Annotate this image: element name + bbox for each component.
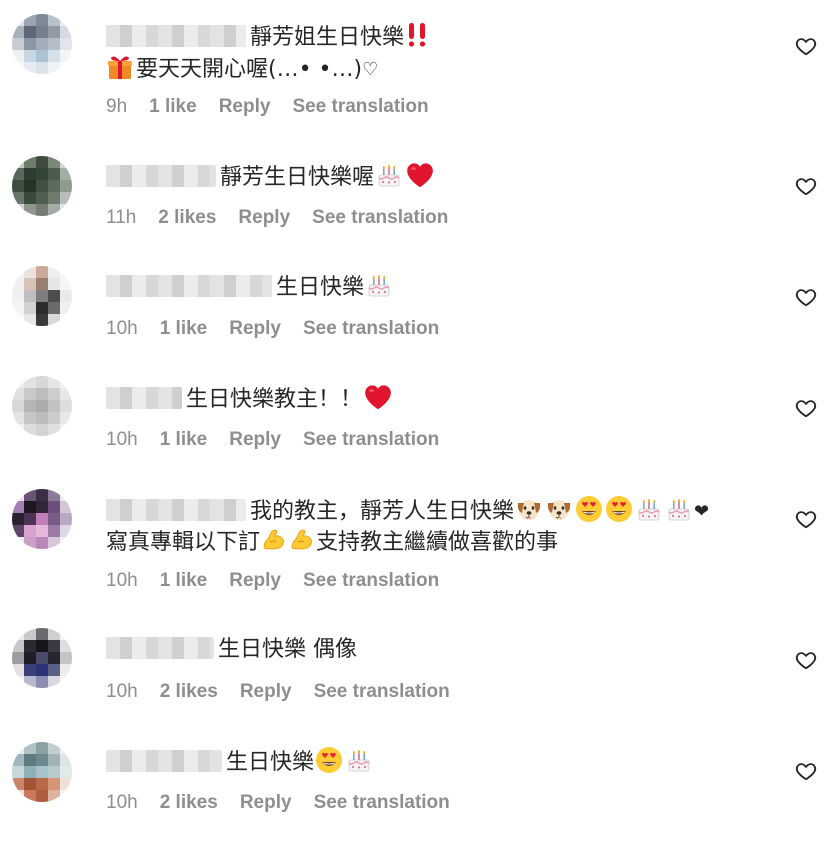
- comment-text-segment: 要天天開心喔(…• •…): [136, 57, 363, 82]
- comment-text: 生日快樂: [106, 273, 776, 303]
- timestamp: 9h: [106, 96, 128, 117]
- username[interactable]: [106, 387, 182, 409]
- username[interactable]: [106, 165, 216, 187]
- comment-text-segment: 靜芳生日快樂喔: [220, 165, 375, 190]
- comment-text-segment: 靜芳姐生日快樂: [250, 25, 405, 50]
- comment-text-segment: 生日快樂教主！！: [186, 387, 363, 412]
- dog-face-emoji: [545, 495, 573, 523]
- likes-count[interactable]: 1 like: [160, 318, 208, 339]
- likes-count[interactable]: 1 like: [160, 570, 208, 591]
- timestamp: 11h: [106, 207, 137, 228]
- reply-button[interactable]: Reply: [240, 792, 292, 813]
- username[interactable]: [106, 499, 246, 521]
- see-translation-button[interactable]: See translation: [314, 792, 450, 813]
- reply-button[interactable]: Reply: [238, 207, 290, 228]
- comment-meta: 10h 1 like Reply See translation: [106, 570, 461, 592]
- heart-symbol: ♡: [362, 59, 379, 80]
- heart-outline-icon[interactable]: [795, 508, 817, 530]
- comment-text-segment: 支持教主繼續做喜歡的事: [316, 530, 559, 555]
- wrapped-gift-emoji: [106, 53, 134, 81]
- heart-outline-icon[interactable]: [795, 760, 817, 782]
- comment-text-line: 要天天開心喔(…• •…)♡: [106, 53, 776, 85]
- avatar[interactable]: [12, 14, 72, 74]
- likes-count[interactable]: 2 likes: [160, 792, 218, 813]
- comment-text-segment: 生日快樂 偶像: [218, 637, 357, 662]
- likes-count[interactable]: 1 like: [160, 429, 208, 450]
- comment-meta: 10h 2 likes Reply See translation: [106, 792, 472, 814]
- username[interactable]: [106, 25, 246, 47]
- comment-text-segment: 生日快樂: [276, 275, 365, 300]
- likes-count[interactable]: 2 likes: [160, 681, 218, 702]
- birthday-cake-emoji: [347, 749, 371, 773]
- comment-meta: 10h 1 like Reply See translation: [106, 429, 461, 451]
- comment-meta: 11h 2 likes Reply See translation: [106, 207, 470, 229]
- comment-text: 靜芳生日快樂喔: [106, 162, 776, 193]
- likes-count[interactable]: 1 like: [149, 96, 197, 117]
- comment-text-line: 寫真專輯以下訂 支持教主繼續做喜歡的事: [106, 527, 776, 558]
- heart-eyes-emoji: [575, 495, 603, 523]
- avatar[interactable]: [12, 266, 72, 326]
- red-heart-emoji: [364, 384, 392, 410]
- see-translation-button[interactable]: See translation: [312, 207, 448, 228]
- heart-outline-icon[interactable]: [795, 175, 817, 197]
- avatar[interactable]: [12, 489, 72, 549]
- timestamp: 10h: [106, 570, 138, 591]
- comment-text: 生日快樂 偶像: [106, 635, 776, 665]
- heart-eyes-emoji: [605, 495, 633, 523]
- comment-meta: 9h 1 like Reply See translation: [106, 96, 451, 118]
- comment-text: 生日快樂: [106, 746, 776, 778]
- heart-symbol: ❤: [694, 501, 710, 522]
- red-heart-emoji: [406, 162, 434, 188]
- see-translation-button[interactable]: See translation: [314, 681, 450, 702]
- double-exclamation-emoji: [406, 22, 430, 48]
- reply-button[interactable]: Reply: [229, 318, 281, 339]
- timestamp: 10h: [106, 681, 138, 702]
- reply-button[interactable]: Reply: [219, 96, 271, 117]
- see-translation-button[interactable]: See translation: [303, 318, 439, 339]
- see-translation-button[interactable]: See translation: [303, 429, 439, 450]
- reply-button[interactable]: Reply: [229, 570, 281, 591]
- see-translation-button[interactable]: See translation: [303, 570, 439, 591]
- avatar[interactable]: [12, 376, 72, 436]
- birthday-cake-emoji: [367, 274, 391, 298]
- heart-outline-icon[interactable]: [795, 649, 817, 671]
- timestamp: 10h: [106, 429, 138, 450]
- comment-text-segment: 寫真專輯以下訂: [106, 530, 261, 555]
- comment-text: 生日快樂教主！！: [106, 384, 776, 415]
- flexed-biceps-emoji: [261, 527, 287, 553]
- flexed-biceps-emoji: [289, 527, 315, 553]
- likes-count[interactable]: 2 likes: [158, 207, 216, 228]
- avatar[interactable]: [12, 156, 72, 216]
- see-translation-button[interactable]: See translation: [292, 96, 428, 117]
- comment-text-segment: 我的教主，靜芳人生日快樂: [250, 499, 515, 524]
- username[interactable]: [106, 275, 272, 297]
- comment-meta: 10h 1 like Reply See translation: [106, 318, 461, 340]
- avatar[interactable]: [12, 628, 72, 688]
- username[interactable]: [106, 637, 214, 659]
- comment-meta: 10h 2 likes Reply See translation: [106, 681, 472, 703]
- username[interactable]: [106, 750, 222, 772]
- timestamp: 10h: [106, 318, 138, 339]
- reply-button[interactable]: Reply: [240, 681, 292, 702]
- birthday-cake-emoji: [377, 164, 401, 188]
- birthday-cake-emoji: [637, 498, 661, 522]
- comment-text: 我的教主，靜芳人生日快樂 ❤: [106, 495, 776, 527]
- comment-text-segment: 生日快樂: [226, 750, 315, 775]
- dog-face-emoji: [515, 495, 543, 523]
- birthday-cake-emoji: [667, 498, 691, 522]
- comment-text: 靜芳姐生日快樂: [106, 22, 776, 53]
- timestamp: 10h: [106, 792, 138, 813]
- heart-outline-icon[interactable]: [795, 286, 817, 308]
- heart-outline-icon[interactable]: [795, 35, 817, 57]
- heart-eyes-emoji: [315, 746, 343, 774]
- heart-outline-icon[interactable]: [795, 397, 817, 419]
- reply-button[interactable]: Reply: [229, 429, 281, 450]
- avatar[interactable]: [12, 742, 72, 802]
